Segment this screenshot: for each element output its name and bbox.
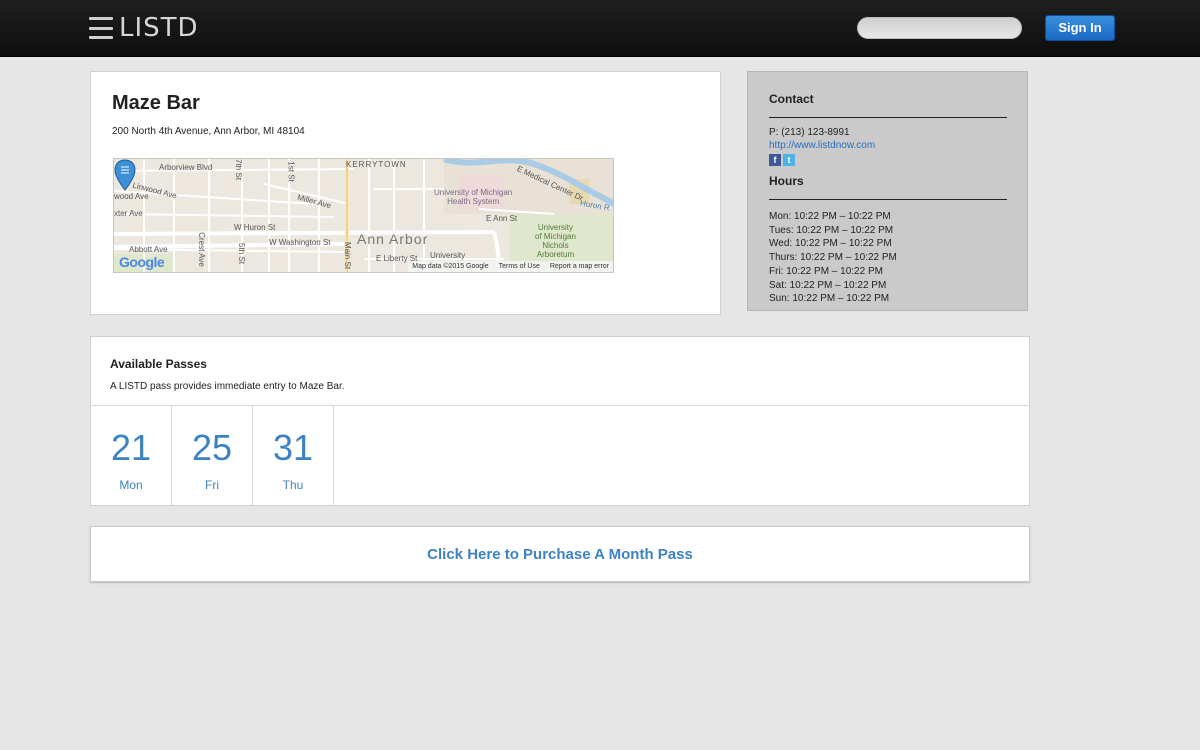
pass-day-weekday: Fri — [205, 478, 219, 492]
passes-title: Available Passes — [110, 357, 207, 371]
venue-name: Maze Bar — [112, 92, 200, 114]
map-label-e-ann: E Ann St — [486, 214, 518, 223]
hours-list: Mon: 10:22 PM – 10:22 PM Tues: 10:22 PM … — [769, 210, 897, 306]
passes-description: A LISTD pass provides immediate entry to… — [110, 381, 345, 392]
map-label-fifth: 5th St — [236, 243, 246, 264]
facebook-icon[interactable]: f — [769, 154, 781, 166]
pass-day-number: 21 — [110, 427, 152, 468]
pass-day-weekday: Thu — [282, 478, 304, 492]
map-footer: Map data ©2015 Google Terms of Use Repor… — [408, 261, 613, 272]
contact-phone: P: (213) 123-8991 — [769, 127, 850, 138]
hours-row: Fri: 10:22 PM – 10:22 PM — [769, 265, 883, 277]
search-input[interactable] — [857, 17, 1022, 39]
pass-day-option[interactable]: 21 Mon — [91, 406, 172, 506]
pass-day-option[interactable]: 31 Thu — [253, 406, 334, 506]
contact-website-link[interactable]: http://www.listdnow.com — [769, 140, 875, 151]
map-label-crest: Crest Ave — [196, 232, 206, 267]
map-report-link[interactable]: Report a map error — [550, 263, 609, 270]
top-navigation-bar: LISTD Sign In — [0, 0, 1200, 57]
map-label-huron: W Huron St — [234, 223, 276, 232]
map-label-wood: wood Ave — [114, 192, 149, 201]
map-label-seventh: 7th St — [233, 159, 243, 180]
logo-text: LISTD — [119, 13, 199, 43]
contact-divider — [769, 117, 1007, 118]
purchase-month-pass-button[interactable]: Click Here to Purchase A Month Pass — [90, 526, 1030, 582]
hours-row: Thurs: 10:22 PM – 10:22 PM — [769, 252, 897, 264]
hours-row: Tues: 10:22 PM – 10:22 PM — [769, 224, 894, 236]
hours-row: Sun: 10:22 PM – 10:22 PM — [769, 293, 890, 305]
pass-day-number: 31 — [272, 427, 314, 468]
google-logo-text: Google — [119, 254, 165, 270]
twitter-icon[interactable]: t — [783, 154, 795, 166]
map-data-credit: Map data ©2015 Google — [412, 263, 489, 270]
map-label-arborview: Arborview Blvd — [159, 163, 213, 172]
hours-divider — [769, 199, 1007, 200]
social-links: f t — [769, 154, 795, 166]
google-logo[interactable]: Google — [119, 254, 165, 270]
hours-row: Wed: 10:22 PM – 10:22 PM — [769, 238, 892, 250]
available-passes-card: Available Passes A LISTD pass provides i… — [90, 336, 1030, 506]
map-label-ann-arbor: Ann Arbor — [357, 231, 429, 247]
pass-day-number: 25 — [191, 427, 233, 468]
pass-day-list: 21 Mon 25 Fri 31 Thu — [91, 406, 334, 506]
menu-icon[interactable] — [89, 17, 113, 39]
contact-heading: Contact — [769, 92, 814, 106]
map-label-exter: xter Ave — [114, 209, 143, 218]
map-label-kerrytown: KERRYTOWN — [346, 160, 407, 169]
hours-row: Mon: 10:22 PM – 10:22 PM — [769, 211, 891, 222]
pass-day-option[interactable]: 25 Fri — [172, 406, 253, 506]
venue-map[interactable]: Arborview Blvd KERRYTOWN Linwood Ave woo… — [113, 158, 614, 273]
map-pin-icon[interactable] — [114, 159, 136, 191]
venue-card: Maze Bar 200 North 4th Avenue, Ann Arbor… — [90, 71, 721, 315]
hours-heading: Hours — [769, 174, 804, 188]
pass-day-weekday: Mon — [119, 478, 143, 492]
map-terms-link[interactable]: Terms of Use — [499, 263, 540, 270]
contact-card: Contact P: (213) 123-8991 http://www.lis… — [747, 71, 1028, 311]
venue-address: 200 North 4th Avenue, Ann Arbor, MI 4810… — [112, 126, 305, 137]
map-label-abbott: Abbott Ave — [129, 245, 168, 254]
map-label-university: University — [430, 251, 466, 260]
map-label-arboretum: University of Michigan Nichols Arboretum — [535, 223, 576, 259]
map-label-first: 1st St — [286, 161, 296, 182]
map-label-washington: W Washington St — [269, 238, 331, 247]
sign-in-button[interactable]: Sign In — [1045, 15, 1115, 41]
map-label-umich-health: University of Michigan Health System — [434, 188, 513, 206]
listd-logo[interactable]: LISTD — [89, 14, 199, 42]
hours-row: Sat: 10:22 PM – 10:22 PM — [769, 279, 887, 291]
map-label-main: Main St — [343, 241, 353, 270]
